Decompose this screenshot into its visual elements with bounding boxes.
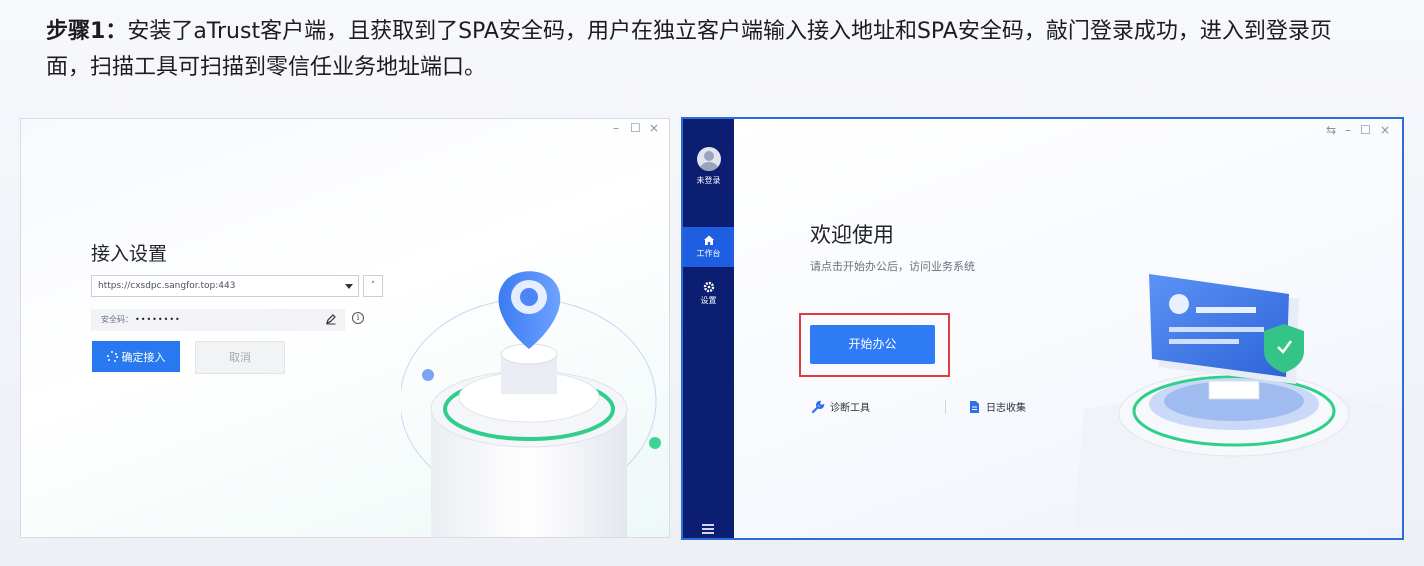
login-status-label[interactable]: 未登录 <box>683 175 734 186</box>
home-icon <box>703 235 714 245</box>
step-caption: 步骤1：安装了aTrust客户端，且获取到了SPA安全码，用户在独立客户端输入接… <box>46 14 1346 86</box>
security-code-label: 安全码： <box>101 315 133 324</box>
security-code-value: •••••••• <box>135 315 181 324</box>
maximize-button[interactable]: ☐ <box>1360 123 1371 137</box>
hamburger-menu-icon[interactable] <box>702 524 714 534</box>
close-button[interactable]: × <box>649 121 659 135</box>
window-controls: – ☐ × <box>611 121 659 135</box>
diagnostic-tool-label: 诊断工具 <box>830 403 870 414</box>
minimize-button[interactable]: – <box>1345 123 1351 137</box>
maximize-button[interactable]: ☐ <box>630 121 641 135</box>
document-icon <box>970 400 979 413</box>
loading-spinner-icon <box>106 351 118 362</box>
dropdown-caret-icon <box>345 284 353 289</box>
diagnostic-tool-link[interactable]: 诊断工具 <box>811 399 870 414</box>
close-button[interactable]: × <box>1380 123 1390 137</box>
welcome-subtitle: 请点击开始办公后，访问业务系统 <box>810 260 975 273</box>
security-code-field[interactable]: 安全码： •••••••• <box>91 309 345 331</box>
access-settings-window: – ☐ × 接入设置 https://cxsdpc.sangfor.top:44… <box>20 118 670 538</box>
log-collection-label: 日志收集 <box>986 403 1026 414</box>
workspace-window: 未登录 工作台 设置 ⇆ – ☐ × 欢迎使用 请点击开始办公后，访问业务系统 … <box>681 117 1404 540</box>
gear-icon <box>703 281 714 293</box>
welcome-title: 欢迎使用 <box>810 223 894 247</box>
step-description: 安装了aTrust客户端，且获取到了SPA安全码，用户在独立客户端输入接入地址和… <box>46 19 1332 80</box>
access-address-value: https://cxsdpc.sangfor.top:443 <box>98 281 236 291</box>
sidebar-item-settings[interactable]: 设置 <box>683 274 734 314</box>
info-icon[interactable]: i <box>352 312 364 324</box>
collapse-button[interactable]: ˄ <box>363 275 383 297</box>
step-label: 步骤1： <box>46 19 128 44</box>
pencil-icon[interactable] <box>325 313 337 325</box>
confirm-access-label: 确定接入 <box>121 351 166 364</box>
office-workstation-illustration <box>1074 274 1402 529</box>
access-address-select[interactable]: https://cxsdpc.sangfor.top:443 <box>91 275 359 297</box>
cancel-button[interactable]: 取消 <box>195 341 285 374</box>
sidebar-item-label: 设置 <box>700 296 717 305</box>
wrench-icon <box>811 400 825 413</box>
divider <box>945 400 946 414</box>
sidebar: 未登录 工作台 设置 <box>683 119 734 538</box>
log-collection-link[interactable]: 日志收集 <box>967 399 1026 414</box>
welcome-panel: ⇆ – ☐ × 欢迎使用 请点击开始办公后，访问业务系统 开始办公 诊断工具 日… <box>734 119 1402 538</box>
access-settings-title: 接入设置 <box>91 243 168 265</box>
location-pin-illustration <box>401 271 661 537</box>
avatar[interactable] <box>697 147 721 171</box>
sidebar-item-workbench[interactable]: 工作台 <box>683 227 734 267</box>
start-work-button[interactable]: 开始办公 <box>810 325 935 364</box>
window-controls: ⇆ – ☐ × <box>1326 123 1390 137</box>
sidebar-item-label: 工作台 <box>696 249 721 258</box>
minimize-button[interactable]: – <box>611 121 621 135</box>
confirm-access-button[interactable]: 确定接入 <box>92 341 180 372</box>
switch-icon[interactable]: ⇆ <box>1326 123 1336 137</box>
